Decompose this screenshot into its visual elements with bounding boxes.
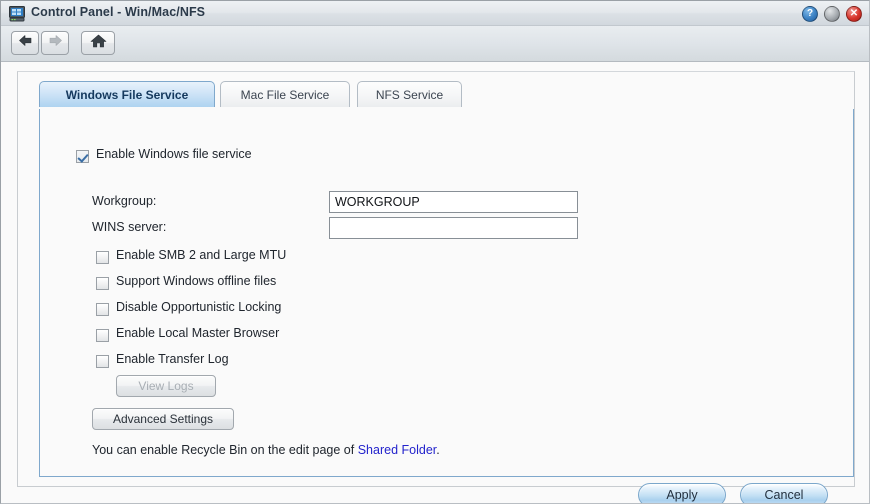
back-button[interactable] (11, 31, 39, 55)
window-titlebar: Control Panel - Win/Mac/NFS ? ✕ (1, 1, 869, 26)
enable-local-master-browser-checkbox[interactable] (96, 329, 109, 342)
note-suffix: . (436, 443, 440, 457)
apply-label: Apply (666, 488, 698, 502)
support-offline-files-label: Support Windows offline files (116, 274, 277, 288)
windows-file-service-form: Enable Windows file service Workgroup: W… (39, 109, 854, 503)
tab-label: NFS Service (375, 87, 444, 102)
tab-bar: Windows File Service Mac File Service NF… (18, 81, 854, 118)
question-mark-icon: ? (806, 8, 814, 19)
close-button[interactable]: ✕ (846, 6, 862, 22)
apply-button[interactable]: Apply (638, 483, 726, 503)
advanced-settings-button[interactable]: Advanced Settings (92, 408, 234, 430)
view-logs-label: View Logs (138, 379, 194, 393)
enable-windows-file-service-checkbox[interactable] (76, 150, 89, 163)
tab-label: Windows File Service (65, 87, 189, 102)
enable-smb2-label: Enable SMB 2 and Large MTU (116, 248, 287, 262)
enable-transfer-log-label: Enable Transfer Log (116, 352, 229, 366)
tab-label: Mac File Service (240, 87, 330, 102)
enable-transfer-log-checkbox[interactable] (96, 355, 109, 368)
help-button[interactable]: ? (802, 6, 818, 22)
recycle-bin-note: You can enable Recycle Bin on the edit p… (92, 443, 440, 457)
tab-windows-file-service[interactable]: Windows File Service (39, 81, 215, 107)
close-icon: ✕ (849, 8, 859, 19)
disable-oplock-checkbox[interactable] (96, 303, 109, 316)
home-button[interactable] (81, 31, 115, 55)
workgroup-label: Workgroup: (92, 194, 157, 208)
note-prefix: You can enable Recycle Bin on the edit p… (92, 443, 358, 457)
disable-oplock-label: Disable Opportunistic Locking (116, 300, 282, 314)
wins-server-label: WINS server: (92, 220, 167, 234)
enable-smb2-checkbox[interactable] (96, 251, 109, 264)
minimize-button[interactable] (824, 6, 840, 22)
cancel-label: Cancel (764, 488, 804, 502)
support-offline-files-checkbox[interactable] (96, 277, 109, 290)
home-icon (90, 34, 107, 53)
tab-nfs-service[interactable]: NFS Service (357, 81, 462, 107)
forward-button[interactable] (41, 31, 69, 55)
wins-server-input[interactable] (329, 217, 578, 239)
view-logs-button[interactable]: View Logs (116, 375, 216, 397)
arrow-left-icon (18, 34, 33, 52)
tab-mac-file-service[interactable]: Mac File Service (220, 81, 350, 107)
enable-windows-file-service-label: Enable Windows file service (96, 147, 252, 161)
control-panel-window: Control Panel - Win/Mac/NFS ? ✕ Windows … (0, 0, 870, 504)
cancel-button[interactable]: Cancel (740, 483, 828, 503)
arrow-right-icon (48, 34, 63, 52)
server-monitor-icon (9, 5, 26, 22)
content-panel: Windows File Service Mac File Service NF… (17, 71, 855, 503)
advanced-settings-label: Advanced Settings (112, 412, 214, 426)
workgroup-input[interactable] (329, 191, 578, 213)
shared-folder-link[interactable]: Shared Folder (358, 443, 437, 457)
window-title: Control Panel - Win/Mac/NFS (31, 5, 206, 19)
enable-local-master-browser-label: Enable Local Master Browser (116, 326, 280, 340)
navigation-toolbar (1, 26, 869, 62)
